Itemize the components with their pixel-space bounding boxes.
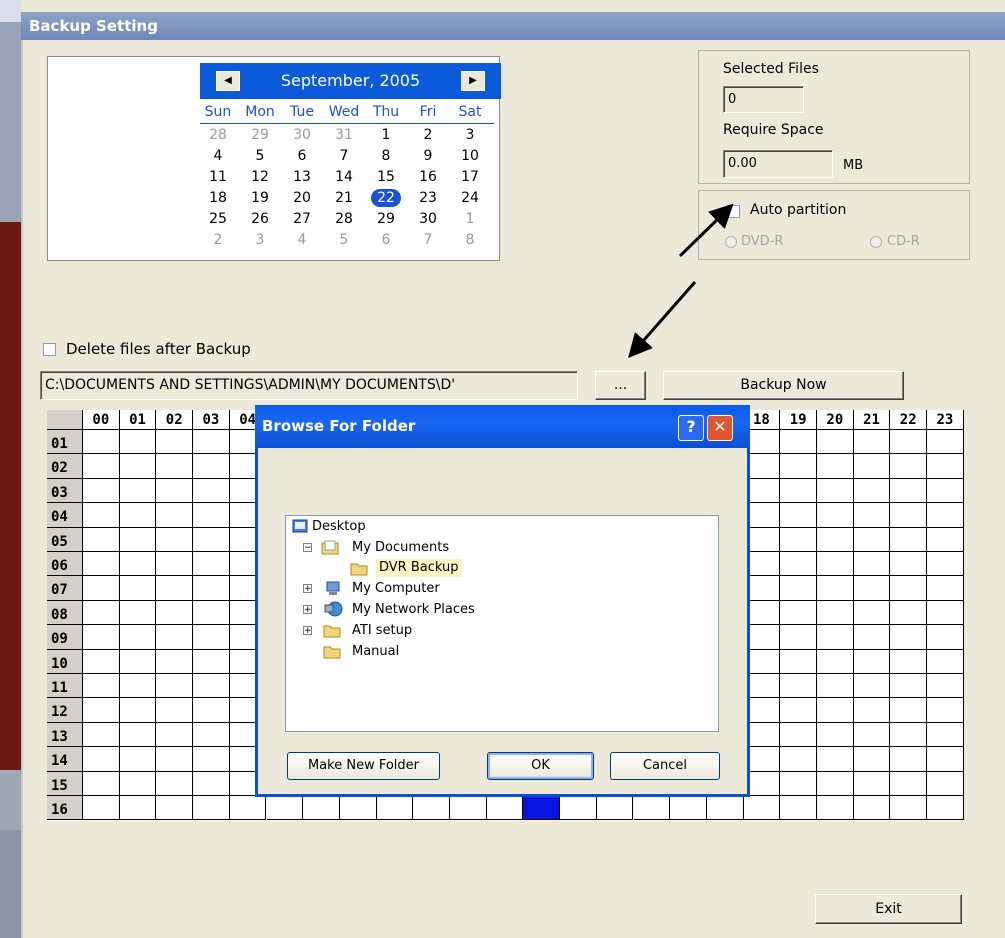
desktop-icon	[292, 519, 310, 533]
help-icon: ?	[686, 417, 696, 436]
close-icon: ✕	[713, 417, 727, 436]
expand-icon[interactable]: +	[303, 605, 312, 615]
help-button[interactable]: ?	[678, 415, 704, 441]
computer-icon	[324, 581, 342, 595]
folder-icon	[350, 561, 368, 576]
make-new-folder-button[interactable]: Make New Folder	[287, 752, 440, 780]
arrow-to-browse	[628, 281, 697, 359]
tree-item-my-documents[interactable]: My Documents	[352, 539, 449, 557]
network-icon	[324, 601, 343, 617]
folder-open-icon	[321, 540, 339, 555]
dialog-title: Browse For Folder	[262, 417, 416, 435]
expand-icon[interactable]: +	[303, 584, 312, 594]
close-button[interactable]: ✕	[707, 415, 733, 441]
cancel-button[interactable]: Cancel	[610, 752, 720, 780]
dialog-title-bar: Browse For Folder ? ✕	[255, 405, 750, 448]
folder-tree[interactable]	[285, 515, 719, 732]
folder-icon	[323, 644, 341, 659]
tree-item-ati-setup[interactable]: ATI setup	[352, 622, 412, 640]
folder-icon	[323, 623, 341, 638]
tree-item-my-computer[interactable]: My Computer	[352, 580, 440, 598]
arrow-to-auto-partition	[678, 203, 734, 258]
collapse-icon[interactable]: −	[303, 543, 312, 553]
ok-button[interactable]: OK	[487, 752, 594, 780]
exit-button[interactable]: Exit	[815, 894, 962, 924]
tree-item-manual[interactable]: Manual	[352, 643, 399, 661]
tree-item-desktop[interactable]: Desktop	[312, 518, 366, 536]
expand-icon[interactable]: +	[303, 626, 312, 636]
tree-item-dvr-backup[interactable]: DVR Backup	[376, 559, 462, 577]
tree-item-my-network-places[interactable]: My Network Places	[352, 601, 475, 619]
